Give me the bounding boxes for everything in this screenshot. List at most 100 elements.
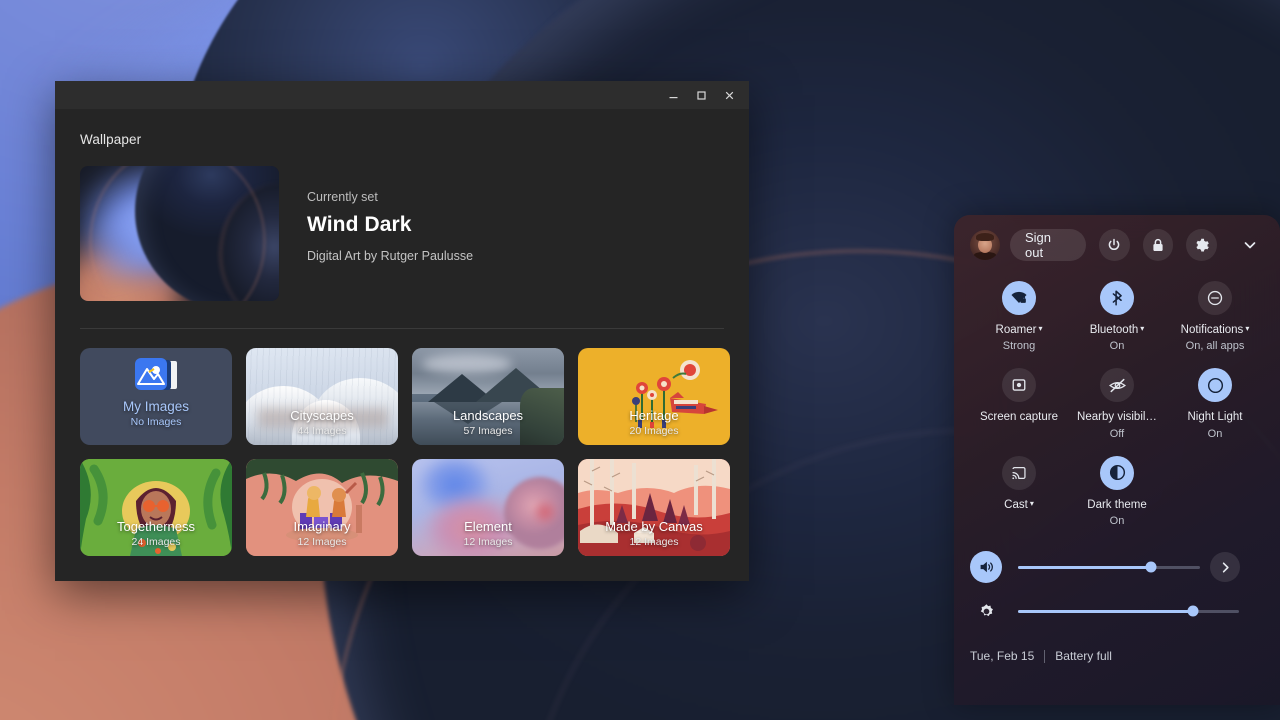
quick-tile-network[interactable]: Roamer ▾ Strong [970,281,1068,352]
quick-tile-sub: On [1109,515,1125,528]
quick-tile-dark-theme[interactable]: Dark theme On [1068,455,1166,528]
collection-tile-togetherness[interactable]: Togetherness 24 Images [80,459,232,556]
quick-tile-label: Screen capture [980,411,1058,424]
chevron-down-icon: ▾ [1038,324,1043,333]
thumb-layer-rim [90,166,265,301]
quick-settings-header: Sign out [970,215,1264,271]
collection-title: Heritage [629,408,679,423]
collection-count: 20 Images [629,425,679,437]
quick-tile-label: Nearby visibil… [1077,411,1157,424]
quick-settings-row-1: Roamer ▾ Strong Bluetooth ▾ On Notificatio… [970,271,1264,352]
collection-title: Imaginary [293,519,351,534]
chevron-down-icon: ▾ [1245,324,1250,333]
collection-count: 12 Images [463,536,513,548]
collection-tile-cityscapes[interactable]: Cityscapes 44 Images [246,348,398,445]
currently-set-label: Currently set [307,190,378,204]
current-wallpaper-meta: Currently set Wind Dark Digital Art by R… [307,166,473,301]
quick-tile-label: Dark theme [1087,498,1147,511]
maximize-icon[interactable] [687,83,715,107]
window-titlebar[interactable] [55,81,749,109]
gear-icon[interactable] [1186,229,1218,261]
quick-tile-sub: On [1207,427,1223,440]
quick-settings-footer: Tue, Feb 15 Battery full [970,629,1264,663]
wallpaper-app-window: Wallpaper Currently set Wind Dark Digita… [55,81,749,581]
chevron-down-icon[interactable] [1235,230,1264,260]
quick-tile-label: Bluetooth ▾ [1089,324,1145,336]
wallpaper-app-body: Wallpaper Currently set Wind Dark Digita… [55,109,749,581]
chevron-down-icon: ▾ [1029,498,1034,508]
collection-tile-landscapes[interactable]: Landscapes 57 Images [412,348,564,445]
night-light-icon [1198,368,1232,403]
collection-count: 57 Images [463,425,513,437]
slider-section [970,527,1264,629]
quick-settings-row-3: Cast ▾ Dark theme On [970,440,1264,527]
quick-settings-panel: Sign out Roamer ▾ Strong Bluetooth ▾ On … [954,215,1280,705]
power-icon[interactable] [1098,229,1130,261]
quick-tile-screen-capture[interactable]: Screen capture [970,368,1068,439]
current-wallpaper-name: Wind Dark [307,213,412,236]
collection-count: 12 Images [297,536,347,548]
chevron-right-icon[interactable] [1210,552,1240,583]
collection-count: 44 Images [297,425,347,437]
quick-tile-sub: Strong [1002,340,1036,353]
date-label[interactable]: Tue, Feb 15 [970,649,1034,663]
volume-icon[interactable] [970,551,1002,584]
minimize-icon[interactable] [659,83,687,107]
screen-capture-icon [1002,368,1036,403]
avatar[interactable] [970,230,1000,260]
quick-tile-sub: On [1109,340,1125,353]
quick-tile-night-light[interactable]: Night Light On [1166,368,1264,440]
quick-tile-label: Night Light [1187,411,1243,424]
page-title: Wallpaper [80,132,142,147]
chevron-down-icon: ▾ [1140,324,1145,333]
collections-grid: My Images No Images Cityscapes 44 Images [76,329,730,556]
collection-title: My Images [122,398,190,414]
collection-title: Made by Canvas [605,519,703,534]
landscape-hillside [520,388,564,445]
collection-tile-imaginary[interactable]: Imaginary 12 Images [246,459,398,556]
close-icon[interactable] [715,83,743,107]
bluetooth-icon [1100,281,1134,315]
quick-settings-row-2: Screen capture Nearby visibil… Off Night… [970,352,1264,440]
quick-tile-label: Roamer ▾ [995,324,1043,336]
volume-slider-row [970,549,1264,585]
battery-label[interactable]: Battery full [1055,649,1112,663]
collection-tile-heritage[interactable]: Heritage 20 Images [578,348,730,445]
collection-tile-element[interactable]: Element 12 Images [412,459,564,556]
quick-tile-nearby-visibility[interactable]: Nearby visibil… Off [1068,368,1166,440]
quick-tile-sub: Off [1109,427,1125,440]
sign-out-button[interactable]: Sign out [1010,229,1086,261]
quick-tile-empty-slot [1166,456,1264,527]
volume-slider[interactable] [1018,561,1200,573]
dark-theme-icon [1100,455,1134,490]
brightness-slider[interactable] [1018,605,1239,617]
wifi-locked-icon [1002,281,1036,315]
collection-tile-my-images[interactable]: My Images No Images [80,348,232,445]
nearby-share-off-icon [1100,368,1134,403]
footer-separator [1044,649,1046,663]
collection-count: 12 Images [629,536,679,548]
lock-icon[interactable] [1142,229,1174,261]
quick-tile-sub: On, all apps [1185,340,1245,353]
brightness-slider-thumb[interactable] [1187,605,1199,617]
quick-tile-notifications[interactable]: Notifications ▾ On, all apps [1166,281,1264,352]
collection-title: Element [464,519,512,534]
quick-tile-bluetooth[interactable]: Bluetooth ▾ On [1068,281,1166,352]
current-wallpaper-thumbnail[interactable] [80,166,279,301]
volume-slider-thumb[interactable] [1145,561,1157,573]
cast-icon [1002,455,1036,490]
collection-title: Cityscapes [290,408,354,423]
collection-title: Togetherness [116,519,196,534]
collection-count: 24 Images [131,536,181,548]
current-wallpaper-row: Currently set Wind Dark Digital Art by R… [76,147,728,301]
current-wallpaper-author: Digital Art by Rutger Paulusse [307,249,474,263]
element-core [532,499,558,525]
quick-tile-label: Cast ▾ [1004,498,1034,511]
quick-tile-cast[interactable]: Cast ▾ [970,455,1068,527]
collection-title: Landscapes [452,408,524,423]
collection-tile-made-by-canvas[interactable]: Made by Canvas 12 Images [578,459,730,556]
brightness-icon[interactable] [970,595,1002,627]
do-not-disturb-icon [1198,281,1232,315]
collection-count: No Images [130,415,182,428]
brightness-slider-row [970,593,1264,629]
